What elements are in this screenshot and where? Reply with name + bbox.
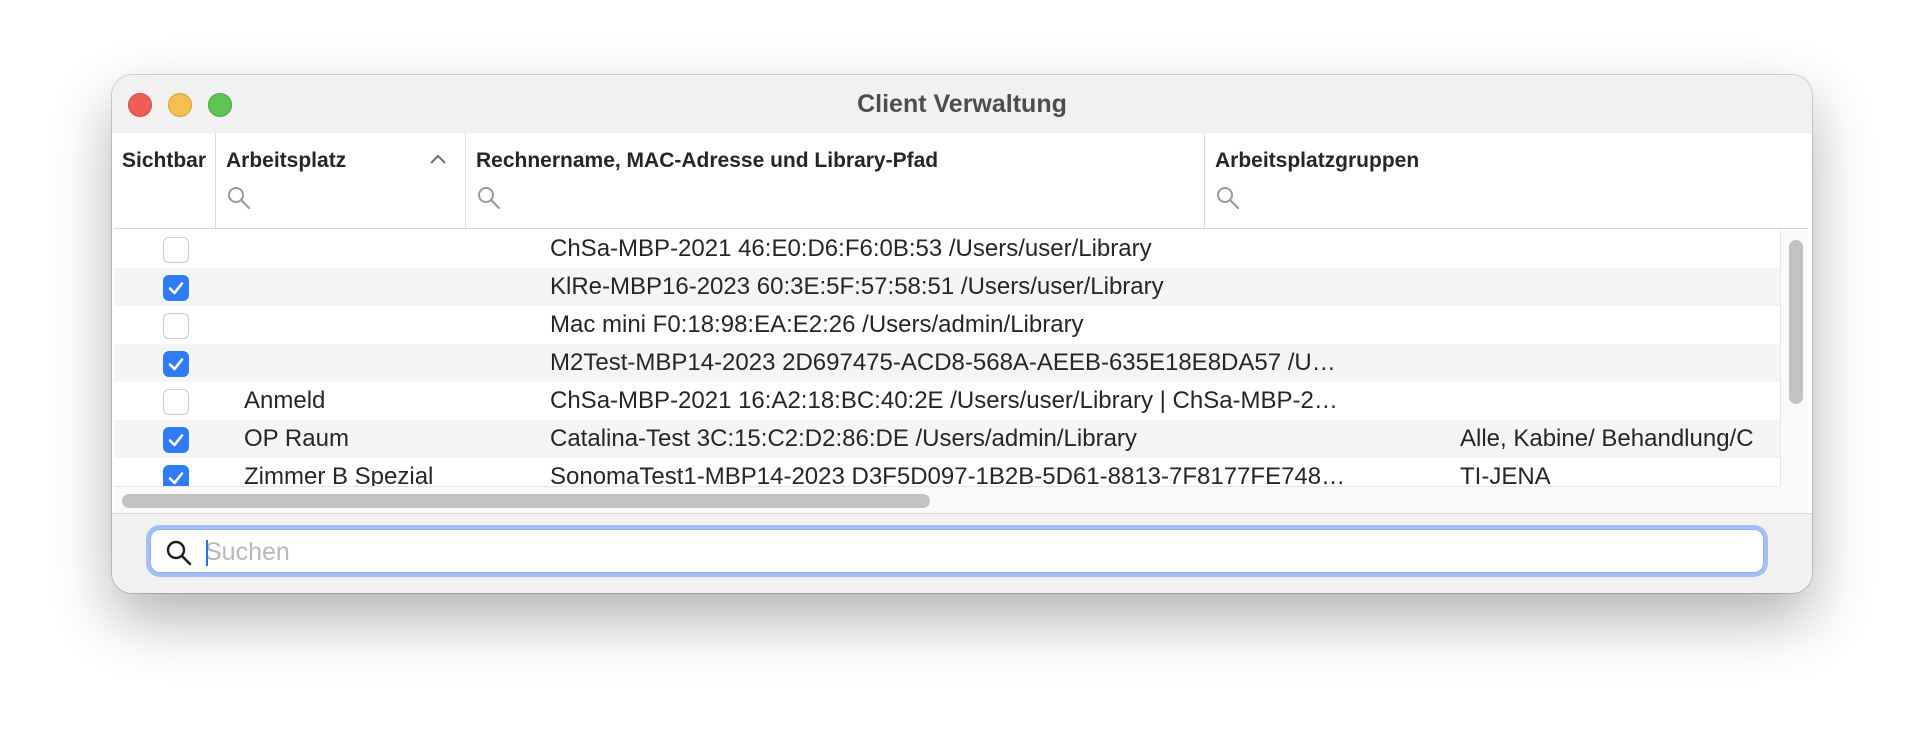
text-caret (206, 540, 208, 566)
client-verwaltung-window: Client Verwaltung Sichtbar Arbeitsplatz … (112, 75, 1812, 593)
arbeitsplatz-cell (244, 268, 544, 306)
visible-cell (114, 420, 237, 458)
footer-bar (112, 513, 1812, 593)
column-title: Arbeitsplatzgruppen (1215, 149, 1420, 172)
column-title: Sichtbar (122, 149, 207, 172)
arbeitsplatz-cell: Zimmer B Spezial (244, 463, 434, 486)
rechner-cell: Mac mini F0:18:98:EA:E2:26 /Users/admin/… (550, 311, 1084, 338)
column-title: Rechnername, MAC-Adresse und Library-Pfa… (476, 149, 939, 172)
table-row[interactable]: ChSa-MBP-2021 46:E0:D6:F6:0B:53 /Users/u… (114, 230, 1780, 268)
visible-checkbox[interactable] (163, 389, 189, 415)
column-header-rechnername[interactable]: Rechnername, MAC-Adresse und Library-Pfa… (466, 133, 1205, 229)
checkmark-icon (168, 358, 184, 371)
arbeitsplatz-cell (244, 230, 544, 268)
table-row[interactable]: KlRe-MBP16-2023 60:3E:5F:57:58:51 /Users… (114, 268, 1780, 306)
table-header: Sichtbar Arbeitsplatz Rechnername, MAC-A… (114, 133, 1808, 229)
rechner-cell: KlRe-MBP16-2023 60:3E:5F:57:58:51 /Users… (550, 273, 1164, 300)
visible-checkbox[interactable] (163, 275, 189, 301)
gruppen-cell (1460, 230, 1780, 268)
magnifier-icon[interactable] (1215, 185, 1241, 211)
magnifier-icon (166, 540, 192, 566)
checkmark-icon (168, 434, 184, 447)
checkmark-icon (168, 472, 184, 485)
magnifier-icon[interactable] (226, 185, 252, 211)
visible-checkbox[interactable] (163, 351, 189, 377)
visible-checkbox[interactable] (163, 237, 189, 263)
visible-cell (114, 382, 237, 420)
arbeitsplatz-cell (244, 306, 544, 344)
visible-cell (114, 230, 237, 268)
checkmark-icon (168, 282, 184, 295)
rechner-cell: M2Test-MBP14-2023 2D697475-ACD8-568A-AEE… (550, 349, 1336, 376)
arbeitsplatz-cell: OP Raum (244, 425, 349, 452)
visible-cell (114, 268, 237, 306)
window-title: Client Verwaltung (857, 90, 1067, 118)
vertical-scroll-thumb[interactable] (1789, 240, 1803, 404)
rechner-cell: ChSa-MBP-2021 46:E0:D6:F6:0B:53 /Users/u… (550, 235, 1152, 262)
gruppen-cell (1460, 306, 1780, 344)
rechner-cell: ChSa-MBP-2021 16:A2:18:BC:40:2E /Users/u… (550, 387, 1338, 414)
table-body: ChSa-MBP-2021 46:E0:D6:F6:0B:53 /Users/u… (114, 230, 1780, 486)
column-header-arbeitsplatz[interactable]: Arbeitsplatz (216, 133, 466, 229)
rechner-cell: Catalina-Test 3C:15:C2:D2:86:DE /Users/a… (550, 425, 1137, 452)
table-row[interactable]: Mac mini F0:18:98:EA:E2:26 /Users/admin/… (114, 306, 1780, 344)
table-row[interactable]: M2Test-MBP14-2023 2D697475-ACD8-568A-AEE… (114, 344, 1780, 382)
scroll-corner (1780, 486, 1808, 513)
horizontal-scroll-thumb[interactable] (122, 494, 930, 508)
title-bar: Client Verwaltung (112, 75, 1812, 133)
vertical-scrollbar[interactable] (1780, 230, 1808, 486)
column-header-sichtbar[interactable]: Sichtbar (114, 133, 216, 229)
gruppen-cell: TI-JENA (1460, 463, 1551, 486)
column-header-arbeitsplatzgruppen[interactable]: Arbeitsplatzgruppen (1205, 133, 1808, 229)
gruppen-cell (1460, 382, 1780, 420)
gruppen-cell: Alle, Kabine/ Behandlung/C (1460, 425, 1754, 452)
chevron-up-icon[interactable] (429, 153, 447, 165)
gruppen-cell (1460, 268, 1780, 306)
table-row[interactable]: Anmeld ChSa-MBP-2021 16:A2:18:BC:40:2E /… (114, 382, 1780, 420)
client-table: Sichtbar Arbeitsplatz Rechnername, MAC-A… (114, 133, 1809, 513)
magnifier-icon[interactable] (476, 185, 502, 211)
gruppen-cell (1460, 344, 1780, 382)
search-input[interactable] (205, 536, 1745, 568)
column-title: Arbeitsplatz (226, 149, 347, 172)
visible-checkbox[interactable] (163, 427, 189, 453)
horizontal-scrollbar[interactable] (114, 486, 1780, 513)
arbeitsplatz-cell: Anmeld (244, 387, 326, 414)
table-row[interactable]: OP Raum Catalina-Test 3C:15:C2:D2:86:DE … (114, 420, 1780, 458)
visible-checkbox[interactable] (163, 313, 189, 339)
visible-cell (114, 306, 237, 344)
arbeitsplatz-cell (244, 344, 544, 382)
table-row[interactable]: Zimmer B Spezial SonomaTest1-MBP14-2023 … (114, 458, 1780, 486)
visible-cell (114, 458, 237, 486)
search-field[interactable] (150, 529, 1764, 573)
visible-checkbox[interactable] (163, 465, 189, 486)
visible-cell (114, 344, 237, 382)
rechner-cell: SonomaTest1-MBP14-2023 D3F5D097-1B2B-5D6… (550, 463, 1346, 486)
